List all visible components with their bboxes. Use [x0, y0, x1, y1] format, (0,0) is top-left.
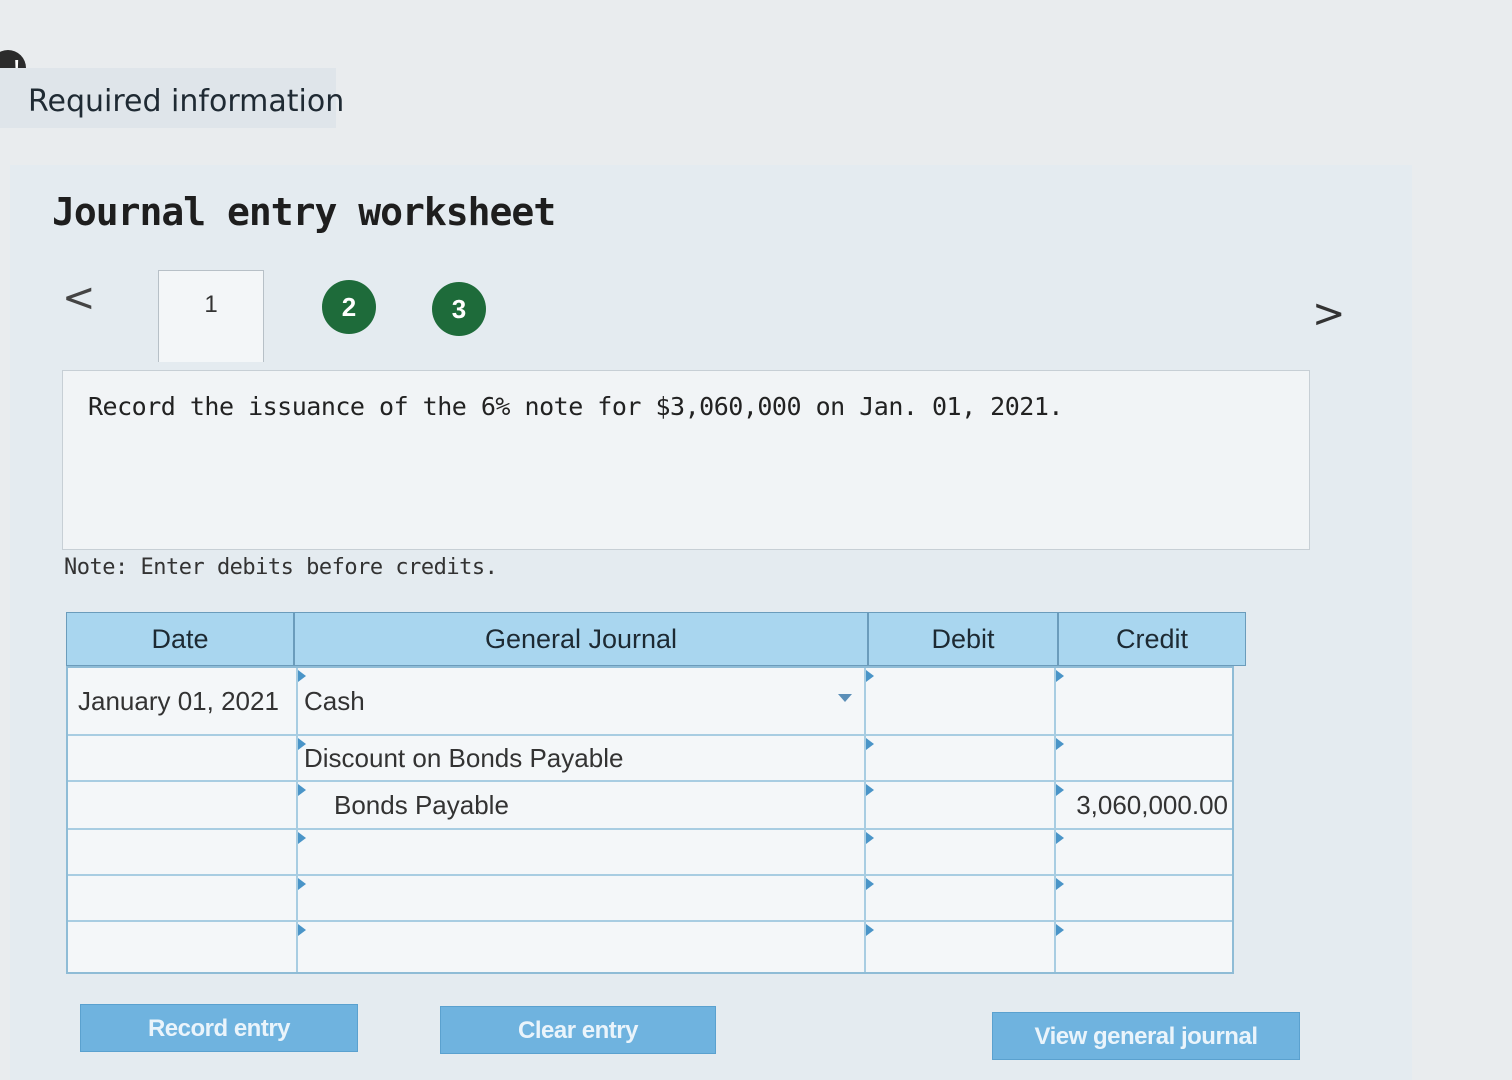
account-select[interactable] — [298, 830, 866, 874]
credit-input[interactable]: 3,060,000.00 — [1056, 782, 1232, 828]
required-information-title[interactable]: Required information — [28, 84, 344, 119]
chevron-right-icon[interactable]: > — [1312, 294, 1346, 334]
credit-input[interactable] — [1056, 830, 1232, 874]
account-value: Discount on Bonds Payable — [304, 743, 624, 773]
cell-marker-icon — [866, 784, 874, 796]
record-entry-button[interactable]: Record entry — [80, 1004, 358, 1052]
credit-input[interactable] — [1056, 876, 1232, 920]
cell-marker-icon — [1056, 784, 1064, 796]
table-row — [68, 876, 1232, 922]
debit-input[interactable] — [866, 736, 1056, 780]
cell-marker-icon — [866, 924, 874, 936]
table-row — [68, 922, 1232, 972]
cell-marker-icon — [866, 738, 874, 750]
tab-2[interactable]: 2 — [322, 280, 376, 334]
cell-marker-icon — [298, 878, 306, 890]
table-body: January 01, 2021 Cash Discount on Bonds … — [66, 666, 1234, 974]
date-cell[interactable]: January 01, 2021 — [68, 668, 298, 734]
cell-marker-icon — [298, 738, 306, 750]
cell-marker-icon — [298, 670, 306, 682]
cell-marker-icon — [298, 832, 306, 844]
tab-1[interactable]: 1 — [158, 270, 264, 362]
account-select[interactable]: Bonds Payable — [298, 782, 866, 828]
cell-marker-icon — [866, 670, 874, 682]
credit-input[interactable] — [1056, 736, 1232, 780]
header-date: Date — [66, 612, 294, 666]
date-cell[interactable] — [68, 830, 298, 874]
cell-marker-icon — [298, 784, 306, 796]
cell-marker-icon — [1056, 878, 1064, 890]
debit-input[interactable] — [866, 830, 1056, 874]
note-text: Note: Enter debits before credits. — [64, 555, 498, 580]
cell-marker-icon — [866, 832, 874, 844]
date-cell[interactable] — [68, 922, 298, 972]
account-select[interactable]: Discount on Bonds Payable — [298, 736, 866, 780]
account-value: Bonds Payable — [334, 790, 509, 820]
debit-input[interactable] — [866, 782, 1056, 828]
table-row — [68, 830, 1232, 876]
table-row: Discount on Bonds Payable — [68, 736, 1232, 782]
worksheet-title: Journal entry worksheet — [52, 190, 556, 234]
tab-1-label: 1 — [204, 291, 218, 318]
table-row: January 01, 2021 Cash — [68, 668, 1232, 736]
chevron-left-icon[interactable]: < — [62, 278, 96, 318]
cell-marker-icon — [1056, 832, 1064, 844]
debit-input[interactable] — [866, 922, 1056, 972]
view-general-journal-button[interactable]: View general journal — [992, 1012, 1300, 1060]
debit-input[interactable] — [866, 668, 1056, 734]
cell-marker-icon — [1056, 924, 1064, 936]
account-select[interactable] — [298, 922, 866, 972]
account-value: Cash — [304, 686, 365, 716]
credit-value: 3,060,000.00 — [1076, 790, 1228, 820]
chevron-down-icon[interactable] — [838, 694, 852, 702]
credit-input[interactable] — [1056, 922, 1232, 972]
cell-marker-icon — [298, 924, 306, 936]
cell-marker-icon — [1056, 670, 1064, 682]
account-select[interactable]: Cash — [298, 668, 866, 734]
debit-input[interactable] — [866, 876, 1056, 920]
clear-entry-button[interactable]: Clear entry — [440, 1006, 716, 1054]
instruction-text: Record the issuance of the 6% note for $… — [88, 392, 1063, 421]
journal-table: Date General Journal Debit Credit Januar… — [66, 612, 1246, 977]
credit-input[interactable] — [1056, 668, 1232, 734]
tab-3[interactable]: 3 — [432, 282, 486, 336]
cell-marker-icon — [866, 878, 874, 890]
date-cell[interactable] — [68, 782, 298, 828]
header-debit: Debit — [868, 612, 1058, 666]
date-cell[interactable] — [68, 736, 298, 780]
cell-marker-icon — [1056, 738, 1064, 750]
table-row: Bonds Payable 3,060,000.00 — [68, 782, 1232, 830]
header-general-journal: General Journal — [294, 612, 868, 666]
header-credit: Credit — [1058, 612, 1246, 666]
account-select[interactable] — [298, 876, 866, 920]
date-cell[interactable] — [68, 876, 298, 920]
